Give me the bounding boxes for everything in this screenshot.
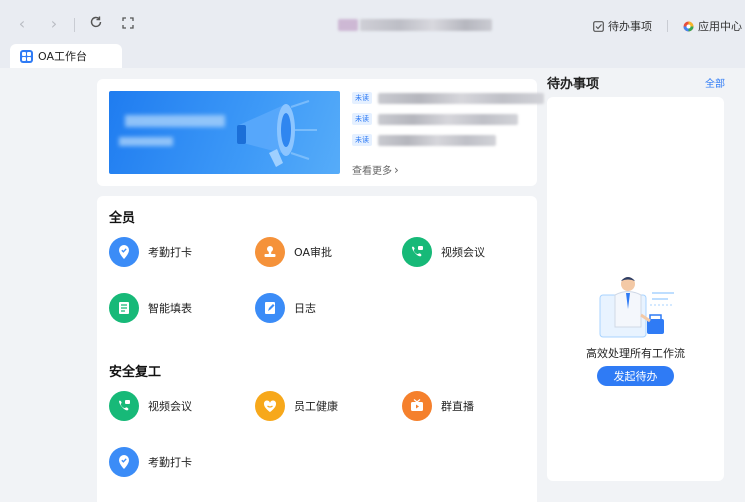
address-favicon-blurred [338,19,358,31]
todo-link-label: 待办事项 [608,20,652,33]
view-more-link[interactable]: 查看更多 › [352,162,399,178]
form-icon [109,293,139,323]
banner-subtitle-blurred [119,137,173,146]
unread-badge: 未读 [352,134,372,146]
forward-arrow-icon[interactable]: › [45,15,63,33]
todo-link[interactable]: 待办事项 [593,18,652,34]
app-video-meeting[interactable]: 视频会议 [109,391,192,421]
tab-label: OA工作台 [38,50,87,63]
app-attendance[interactable]: 考勤打卡 [109,447,192,477]
app-center-link[interactable]: 应用中心 [683,18,742,34]
view-more-label: 查看更多 [352,166,392,177]
app-label: 群直播 [441,400,474,413]
refresh-icon[interactable] [87,15,105,33]
app-attendance[interactable]: 考勤打卡 [109,237,192,267]
app-smart-form[interactable]: 智能填表 [109,293,192,323]
app-label: 日志 [294,302,316,315]
app-oa-approval[interactable]: OA审批 [255,237,332,267]
app-label: 视频会议 [148,400,192,413]
chevron-right-icon: › [394,162,399,177]
heart-icon [255,391,285,421]
todo-empty-text: 高效处理所有工作流 [586,347,685,360]
unread-badge: 未读 [352,92,372,104]
location-check-icon [109,237,139,267]
toolbar-divider [667,20,668,32]
app-video-meeting[interactable]: 视频会议 [402,237,485,267]
journal-icon [255,293,285,323]
video-call-icon [109,391,139,421]
location-check-icon [109,447,139,477]
app-center-label: 应用中心 [698,20,742,33]
app-label: OA审批 [294,246,332,259]
app-label: 视频会议 [441,246,485,259]
app-label: 考勤打卡 [148,456,192,469]
start-todo-button[interactable]: 发起待办 [597,366,674,386]
address-text-blurred [360,19,492,31]
announcement-banner[interactable] [109,91,340,174]
stamp-icon [255,237,285,267]
todo-panel-title: 待办事项 [547,77,600,92]
app-label: 员工健康 [294,400,338,413]
section-title-all-staff: 全员 [109,211,136,226]
video-call-icon [402,237,432,267]
fullscreen-icon[interactable] [119,15,137,33]
notice-item[interactable]: 未读 [352,91,544,105]
app-journal[interactable]: 日志 [255,293,316,323]
app-center-icon [683,21,694,31]
empty-state-illustration [599,277,674,338]
app-label: 考勤打卡 [148,246,192,259]
tab-oa-workbench[interactable]: OA工作台 [10,44,122,68]
app-label: 智能填表 [148,302,192,315]
toolbar-divider [74,18,75,32]
notice-item[interactable]: 未读 [352,133,496,147]
checkbox-icon [593,20,604,32]
back-arrow-icon[interactable]: ‹ [13,15,31,33]
app-employee-health[interactable]: 员工健康 [255,391,338,421]
banner-title-blurred [125,115,225,127]
tv-live-icon [402,391,432,421]
notice-item[interactable]: 未读 [352,112,518,126]
app-group-live[interactable]: 群直播 [402,391,474,421]
notice-text-blurred [378,113,518,125]
notice-text-blurred [378,92,544,104]
todo-all-link[interactable]: 全部 [705,75,725,90]
section-title-safe-return: 安全复工 [109,365,162,380]
megaphone-icon [237,100,317,167]
notice-text-blurred [378,134,496,146]
unread-badge: 未读 [352,113,372,125]
workbench-grid-icon [20,49,33,63]
